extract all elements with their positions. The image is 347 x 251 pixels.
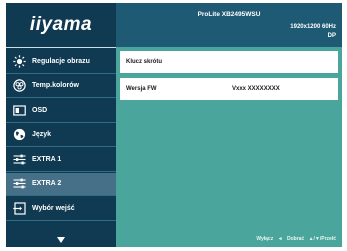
color-palette-icon (12, 79, 26, 93)
signal-info: 1920x1200 60Hz DP (290, 23, 336, 41)
sidebar-item-label: Język (32, 131, 52, 139)
setting-row-fw-version: Wersja FW Vxxx XXXXXXXX (120, 78, 338, 100)
setting-row-hotkey[interactable]: Klucz skrótu (120, 51, 338, 73)
setting-label: Klucz skrótu (126, 59, 163, 65)
brightness-icon (12, 54, 26, 68)
sidebar-item-label: OSD (32, 106, 48, 114)
sidebar-item-language[interactable]: Język (6, 123, 116, 147)
globe-icon (12, 128, 26, 142)
footer-hints: Wyłącz ◄ Dobrać ▲/▼/Przełć (253, 236, 336, 242)
sidebar: iiyama Regulacje obrazu Temp.kolorów OSD… (6, 3, 116, 247)
sliders-icon (12, 177, 26, 191)
model-name: ProLite XB2495WSU (197, 11, 261, 18)
navigate-arrows-icon: ▲/▼/Przełć (308, 236, 336, 242)
exit-hint-label: Wyłącz (256, 236, 274, 242)
sidebar-item-label: EXTRA 1 (32, 155, 62, 163)
content-panel: Klucz skrótu Wersja FW Vxxx XXXXXXXX (120, 51, 338, 105)
logo: iiyama (29, 14, 93, 35)
scroll-down-button[interactable] (6, 230, 116, 247)
sidebar-item-label: Temp.kolorów (32, 82, 79, 90)
left-arrow-icon: ◄ (277, 236, 283, 242)
sidebar-item-input-select[interactable]: Wybór wejść (6, 197, 116, 221)
logo-area: iiyama (6, 3, 116, 48)
sidebar-item-label: Regulacje obrazu (32, 57, 90, 65)
input-select-icon (12, 201, 26, 215)
osd-screen-icon (12, 103, 26, 117)
header: ProLite XB2495WSU 1920x1200 60Hz DP (116, 3, 342, 47)
sidebar-item-label: EXTRA 2 (32, 180, 62, 188)
sidebar-item-label: Wybór wejść (32, 204, 75, 212)
enter-hint-label: Dobrać (286, 236, 305, 242)
sidebar-item-color-temp[interactable]: Temp.kolorów (6, 74, 116, 98)
sidebar-menu: Regulacje obrazu Temp.kolorów OSD Język … (6, 50, 116, 222)
osd-menu: iiyama Regulacje obrazu Temp.kolorów OSD… (6, 3, 342, 247)
down-arrow-icon (57, 230, 65, 248)
sidebar-item-osd[interactable]: OSD (6, 99, 116, 123)
sidebar-item-extra2[interactable]: EXTRA 2 (6, 172, 116, 196)
sliders-icon (12, 152, 26, 166)
input-source-text: DP (327, 33, 336, 39)
sidebar-item-image-adjust[interactable]: Regulacje obrazu (6, 50, 116, 74)
sidebar-item-extra1[interactable]: EXTRA 1 (6, 148, 116, 172)
setting-value: Vxxx XXXXXXXX (232, 86, 280, 92)
setting-label: Wersja FW (126, 86, 157, 92)
resolution-text: 1920x1200 60Hz (290, 24, 336, 30)
